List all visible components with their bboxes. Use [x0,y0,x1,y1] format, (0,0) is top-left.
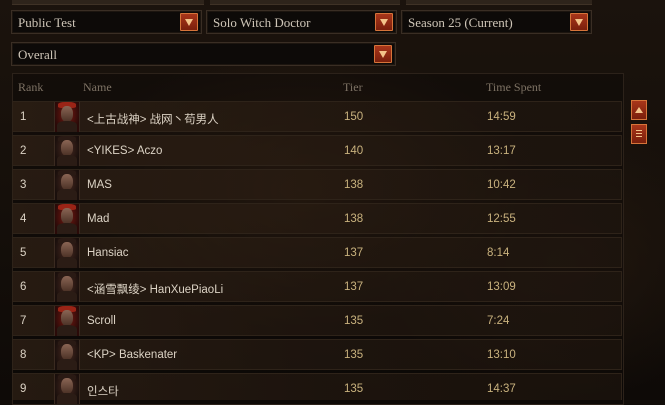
leaderboard-row[interactable]: 5 Hansiac 137 8:14 [12,237,622,268]
row-time-spent: 13:09 [487,281,516,293]
row-time-spent: 13:17 [487,145,516,157]
witch-doctor-portrait-icon [54,272,80,302]
column-header-tier: Tier [343,80,363,94]
region-dropdown[interactable]: Public Test [11,10,202,34]
row-time-spent: 10:42 [487,179,516,191]
column-header-time: Time Spent [486,80,542,94]
witch-doctor-portrait-icon [54,136,80,166]
witch-doctor-portrait-icon [54,204,80,234]
leaderboard-row[interactable]: 7 Scroll 135 7:24 [12,305,622,336]
row-time-spent: 13:10 [487,349,516,361]
row-tier: 135 [344,315,364,327]
row-player-name[interactable]: MAS [87,179,112,191]
leaderboard-row[interactable]: 4 Mad 138 12:55 [12,203,622,234]
row-time-spent: 7:24 [487,315,510,327]
row-player-name[interactable]: Mad [87,213,109,225]
grip-icon[interactable] [631,124,647,144]
witch-doctor-portrait-icon [54,102,80,132]
row-tier: 140 [344,145,364,157]
leaderboard-row[interactable]: 9 인스타 135 14:37 [12,373,622,404]
row-time-spent: 8:14 [487,247,510,259]
row-rank: 4 [20,213,27,225]
season-dropdown[interactable]: Season 25 (Current) [401,10,592,34]
chevron-down-icon[interactable] [374,45,392,63]
arrow-up-icon[interactable] [631,100,647,120]
row-time-spent: 12:55 [487,213,516,225]
column-header-name: Name [83,80,112,94]
row-tier: 150 [344,111,364,123]
leaderboard-header: Rank Name Tier Time Spent [12,78,622,98]
class-dropdown-label: Solo Witch Doctor [213,15,311,30]
column-header-rank: Rank [18,80,44,94]
chevron-down-icon[interactable] [570,13,588,31]
row-player-name[interactable]: <上古战神> 战网丶苟男人 [87,111,219,127]
row-rank: 7 [20,315,27,327]
leaderboard-row[interactable]: 6 <涵雪飘绫> HanXuePiaoLi 137 13:09 [12,271,622,302]
row-tier: 137 [344,247,364,259]
category-dropdown-label: Overall [18,47,57,62]
row-tier: 137 [344,281,364,293]
leaderboard-row[interactable]: 2 <YIKES> Aczo 140 13:17 [12,135,622,166]
witch-doctor-portrait-icon [54,238,80,268]
witch-doctor-portrait-icon [54,306,80,336]
row-player-name[interactable]: <KP> Baskenater [87,349,177,361]
leaderboard-row[interactable]: 3 MAS 138 10:42 [12,169,622,200]
leaderboard-row[interactable]: 1 <上古战神> 战网丶苟男人 150 14:59 [12,101,622,132]
row-rank: 3 [20,179,27,191]
class-dropdown[interactable]: Solo Witch Doctor [206,10,397,34]
row-tier: 138 [344,179,364,191]
row-player-name[interactable]: <YIKES> Aczo [87,145,162,157]
row-rank: 6 [20,281,27,293]
row-player-name[interactable]: <涵雪飘绫> HanXuePiaoLi [87,281,223,297]
row-tier: 135 [344,349,364,361]
top-tab-strip [0,0,665,5]
row-player-name[interactable]: 인스타 [87,383,119,399]
row-time-spent: 14:37 [487,383,516,395]
chevron-down-icon[interactable] [375,13,393,31]
row-rank: 5 [20,247,27,259]
region-dropdown-label: Public Test [18,15,76,30]
row-rank: 2 [20,145,27,157]
row-time-spent: 14:59 [487,111,516,123]
leaderboard-row[interactable]: 8 <KP> Baskenater 135 13:10 [12,339,622,370]
witch-doctor-portrait-icon [54,340,80,370]
row-rank: 9 [20,383,27,395]
witch-doctor-portrait-icon [54,170,80,200]
season-dropdown-label: Season 25 (Current) [408,15,513,30]
row-rank: 8 [20,349,27,361]
category-dropdown[interactable]: Overall [11,42,396,66]
chevron-down-icon[interactable] [180,13,198,31]
row-player-name[interactable]: Hansiac [87,247,129,259]
leaderboard-scrollbar[interactable] [629,100,649,400]
row-rank: 1 [20,111,27,123]
row-tier: 135 [344,383,364,395]
row-player-name[interactable]: Scroll [87,315,116,327]
row-tier: 138 [344,213,364,225]
